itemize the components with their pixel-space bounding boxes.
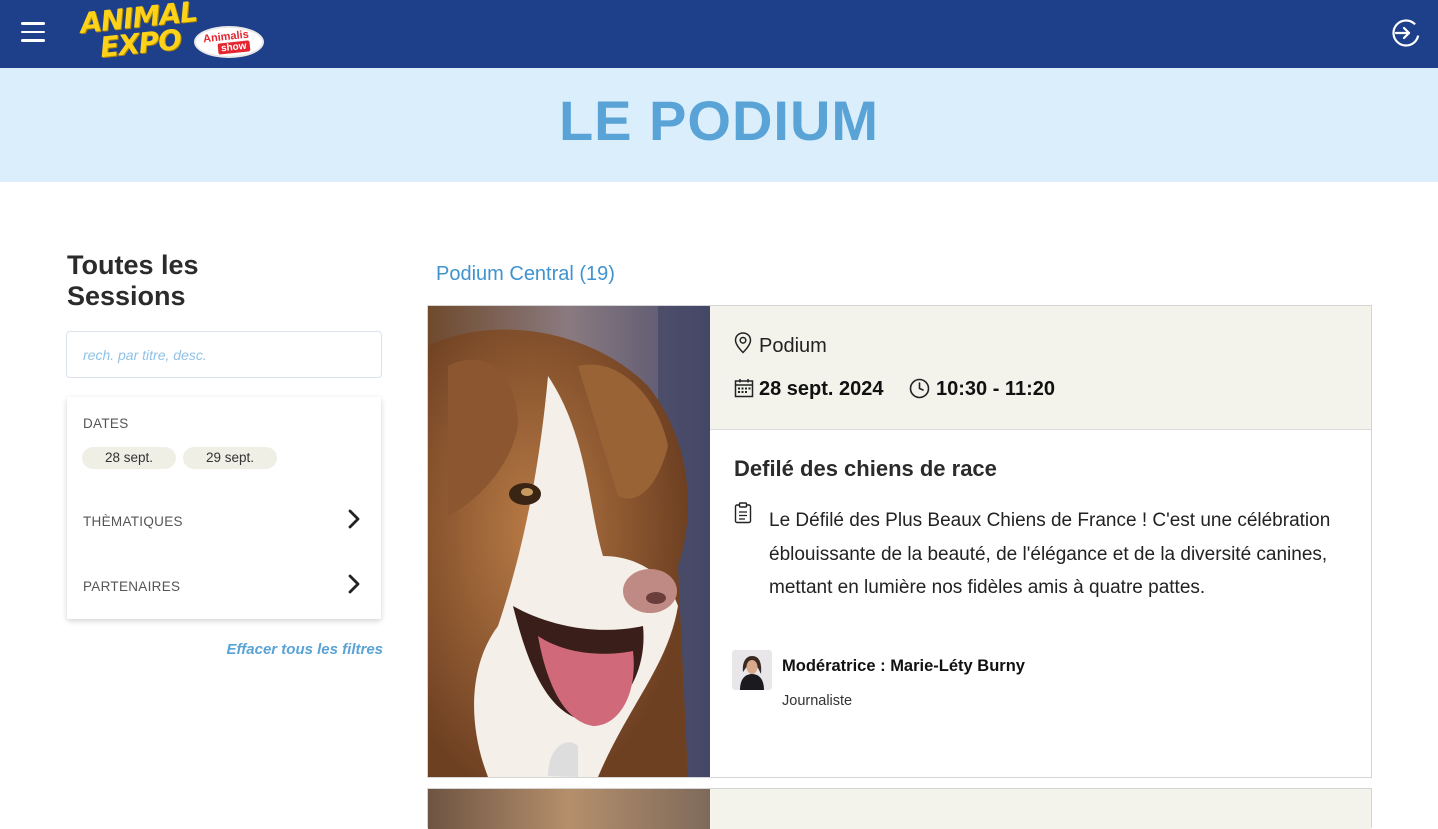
partners-filter-label[interactable]: PARTENAIRES	[83, 579, 180, 594]
dates-filter-label: DATES	[83, 416, 129, 431]
search-input[interactable]	[66, 331, 382, 378]
top-navigation-bar: ANIMAL EXPO Animalis show	[0, 0, 1438, 68]
session-time: 10:30 - 11:20	[936, 378, 1055, 400]
page-title: LE PODIUM	[558, 89, 880, 152]
logo-badge-show: show	[217, 40, 251, 55]
moderator-role: Journaliste	[782, 693, 853, 709]
clear-filters-link[interactable]: Effacer tous les filtres	[200, 641, 383, 658]
filters-panel: DATES 28 sept. 29 sept. THÈMATIQUES PART…	[67, 397, 381, 619]
session-photo-next	[428, 789, 710, 829]
sidebar-title: Toutes les Sessions	[67, 250, 199, 311]
page-banner: LE PODIUM	[0, 68, 1438, 182]
session-card-next[interactable]	[427, 788, 1372, 829]
clock-icon	[909, 378, 930, 399]
partners-chevron-right-icon[interactable]	[347, 574, 361, 594]
date-chip-28[interactable]: 28 sept.	[82, 447, 176, 469]
tab-podium-central[interactable]: Podium Central (19)	[436, 263, 615, 286]
calendar-icon	[734, 378, 754, 398]
login-arrow-icon[interactable]	[1390, 17, 1422, 49]
session-card-body: Defilé des chiens de race Le Défilé des …	[710, 430, 1371, 777]
session-card-header: Podium 28 sept. 2024 10:30 - 11:20	[710, 306, 1371, 430]
logo-text-expo: EXPO	[98, 22, 183, 65]
logo-badge: Animalis show	[194, 26, 264, 58]
session-place: Podium	[759, 335, 827, 357]
date-chip-29[interactable]: 29 sept.	[183, 447, 277, 469]
session-date: 28 sept. 2024	[759, 378, 884, 400]
session-title[interactable]: Defilé des chiens de race	[734, 456, 997, 482]
themes-chevron-right-icon[interactable]	[347, 509, 361, 529]
session-dog-photo	[428, 306, 710, 777]
moderator-name: Modératrice : Marie-Léty Burny	[782, 657, 1025, 675]
animal-expo-logo[interactable]: ANIMAL EXPO Animalis show	[78, 0, 268, 65]
location-pin-icon	[734, 332, 752, 354]
session-card[interactable]: Podium 28 sept. 2024 10:30 - 11:20 Defil…	[427, 305, 1372, 778]
themes-filter-label[interactable]: THÈMATIQUES	[83, 514, 183, 529]
clipboard-icon	[734, 502, 752, 524]
moderator-avatar	[732, 650, 772, 690]
session-description: Le Défilé des Plus Beaux Chiens de Franc…	[769, 510, 1331, 598]
session-card-next-header	[710, 789, 1371, 829]
hamburger-menu-icon[interactable]	[21, 22, 45, 42]
